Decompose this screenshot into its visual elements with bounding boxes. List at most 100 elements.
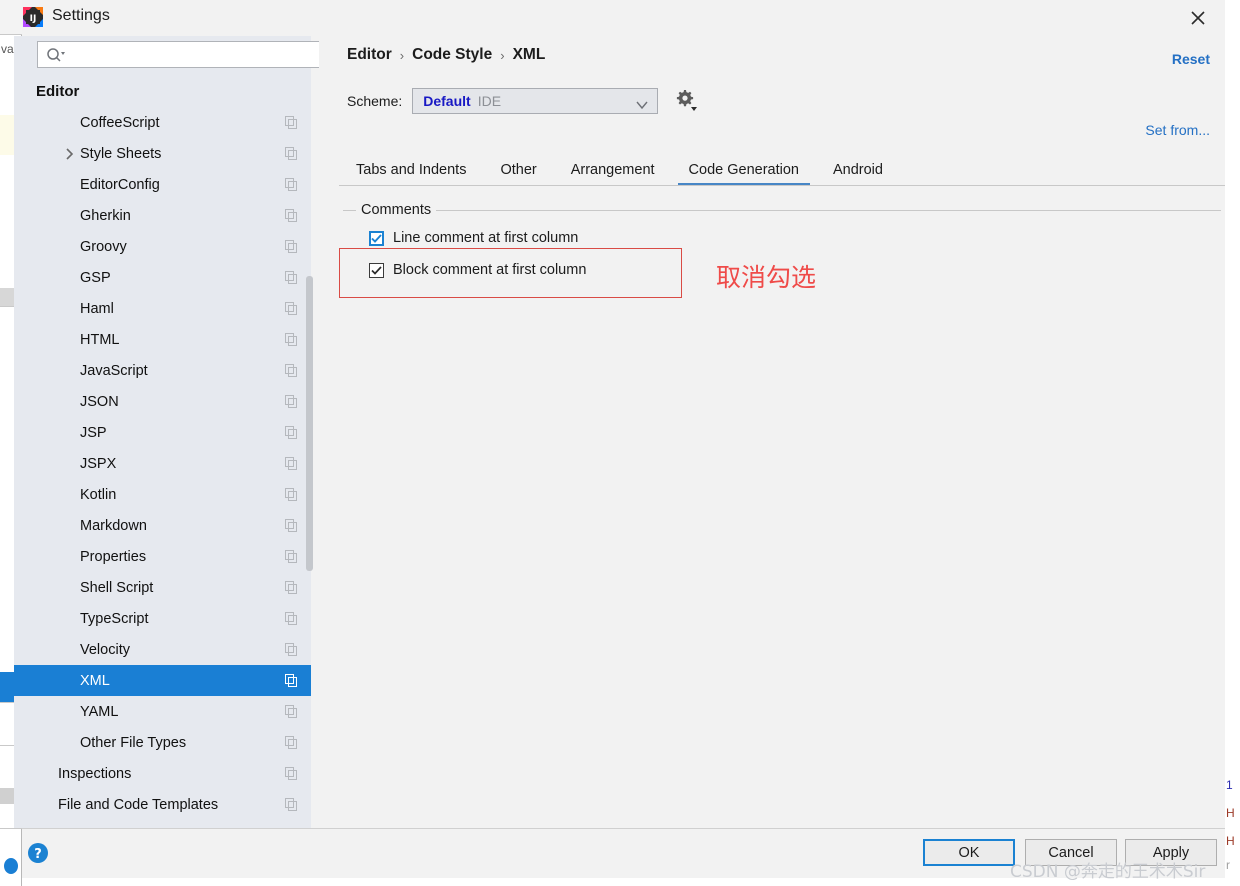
copy-icon[interactable] [285,643,298,656]
checkbox-line-comment-at-first-column[interactable]: Line comment at first column [369,230,578,246]
scheme-value: Default [423,93,471,109]
sidebar-item-label: Kotlin [80,486,117,503]
breadcrumb: Editor › Code Style › XML [347,46,545,64]
breadcrumb-item[interactable]: XML [513,46,546,64]
copy-icon[interactable] [285,612,298,625]
sidebar-item-coffeescript[interactable]: CoffeeScript [14,107,311,138]
ok-button[interactable]: OK [923,839,1015,866]
copy-icon[interactable] [285,333,298,346]
sidebar-item-label: TypeScript [80,610,149,627]
sidebar-item-editorconfig[interactable]: EditorConfig [14,169,311,200]
copy-icon[interactable] [285,364,298,377]
copy-icon[interactable] [285,798,298,811]
sidebar-item-jspx[interactable]: JSPX [14,448,311,479]
sidebar-item-other-file-types[interactable]: Other File Types [14,727,311,758]
scheme-select[interactable]: Default IDE [412,88,659,114]
copy-icon[interactable] [285,395,298,408]
checkbox-box[interactable] [369,230,384,246]
copy-icon[interactable] [285,767,298,780]
breadcrumb-item[interactable]: Editor [347,46,392,64]
svg-text:?: ? [34,847,42,862]
sidebar-item-kotlin[interactable]: Kotlin [14,479,311,510]
sidebar-item-label: Editor [36,83,80,100]
breadcrumb-separator: › [500,47,505,63]
settings-tabs: Tabs and Indents Other Arrangement Code Gen… [339,154,1225,186]
tab-code-generation[interactable]: Code Generation [672,154,816,186]
sidebar-item-label: HTML [80,331,120,348]
sidebar-scrollbar[interactable] [306,76,313,828]
search-box[interactable] [37,41,327,68]
sidebar-item-html[interactable]: HTML [14,324,311,355]
sidebar-item-yaml[interactable]: YAML [14,696,311,727]
sidebar-item-typescript[interactable]: TypeScript [14,603,311,634]
breadcrumb-separator: › [399,47,405,63]
sidebar-item-velocity[interactable]: Velocity [14,634,311,665]
copy-icon[interactable] [285,581,298,594]
sidebar-item-jsp[interactable]: JSP [14,417,311,448]
sidebar-item-xml[interactable]: XML [14,665,311,696]
copy-icon[interactable] [285,302,298,315]
sidebar-item-label: Markdown [80,517,147,534]
sidebar-item-gsp[interactable]: GSP [14,262,311,293]
breadcrumb-item[interactable]: Code Style [412,46,492,64]
copy-icon[interactable] [285,674,298,687]
sidebar-item-inspections[interactable]: Inspections [14,758,311,789]
sidebar-item-label: Gherkin [80,207,131,224]
tab-arrangement[interactable]: Arrangement [554,154,672,186]
sidebar-scrollbar-thumb[interactable] [306,276,313,571]
sidebar-item-markdown[interactable]: Markdown [14,510,311,541]
settings-sidebar: Editor CoffeeScript Style Sheets EditorConf… [14,36,327,828]
sidebar-item-gherkin[interactable]: Gherkin [14,200,311,231]
sidebar-item-properties[interactable]: Properties [14,541,311,572]
checkbox-block-comment-at-first-column[interactable]: Block comment at first column [369,262,586,278]
comments-group-title: Comments [356,202,437,218]
copy-icon[interactable] [285,116,298,129]
apply-button[interactable]: Apply [1125,839,1217,866]
set-from-link[interactable]: Set from... [1145,122,1210,138]
settings-dialog: IJ Settings Editor CoffeeScript Style Shee… [14,0,1225,878]
gear-icon[interactable] [674,89,700,113]
help-icon[interactable]: ? [27,842,49,864]
background-ide-right-edge: 1 H H r [1225,0,1240,886]
copy-icon[interactable] [285,705,298,718]
copy-icon[interactable] [285,209,298,222]
copy-icon[interactable] [285,178,298,191]
search-input[interactable] [72,42,322,67]
sidebar-item-file-and-code-templates[interactable]: File and Code Templates [14,789,311,820]
close-icon[interactable] [1181,4,1215,32]
cancel-button[interactable]: Cancel [1025,839,1117,866]
copy-icon[interactable] [285,240,298,253]
bg-divider [0,34,22,35]
sidebar-item-label: JSP [80,424,107,441]
sidebar-item-label: Haml [80,300,114,317]
sidebar-item-label: Velocity [80,641,130,658]
tab-tabs-and-indents[interactable]: Tabs and Indents [339,154,483,186]
bg-strip [0,0,22,34]
background-right-text: 1 [1226,778,1233,792]
copy-icon[interactable] [285,457,298,470]
scheme-scope: IDE [477,93,502,109]
copy-icon[interactable] [285,736,298,749]
sidebar-item-javascript[interactable]: JavaScript [14,355,311,386]
sidebar-item-groovy[interactable]: Groovy [14,231,311,262]
copy-icon[interactable] [285,426,298,439]
copy-icon[interactable] [285,488,298,501]
sidebar-item-shell-script[interactable]: Shell Script [14,572,311,603]
annotation-text: 取消勾选 [716,263,817,292]
background-right-text: r [1226,858,1230,872]
copy-icon[interactable] [285,271,298,284]
sidebar-item-haml[interactable]: Haml [14,293,311,324]
copy-icon[interactable] [285,147,298,160]
tab-android[interactable]: Android [816,154,900,186]
tab-label: Arrangement [570,162,655,178]
sidebar-item-label: CoffeeScript [80,114,160,131]
copy-icon[interactable] [285,519,298,532]
reset-link[interactable]: Reset [1172,51,1210,67]
sidebar-item-style-sheets[interactable]: Style Sheets [14,138,311,169]
copy-icon[interactable] [285,550,298,563]
sidebar-item-editor[interactable]: Editor [14,76,311,107]
chevron-right-icon[interactable] [62,147,76,161]
tab-other[interactable]: Other [483,154,553,186]
checkbox-box[interactable] [369,262,384,278]
sidebar-item-json[interactable]: JSON [14,386,311,417]
